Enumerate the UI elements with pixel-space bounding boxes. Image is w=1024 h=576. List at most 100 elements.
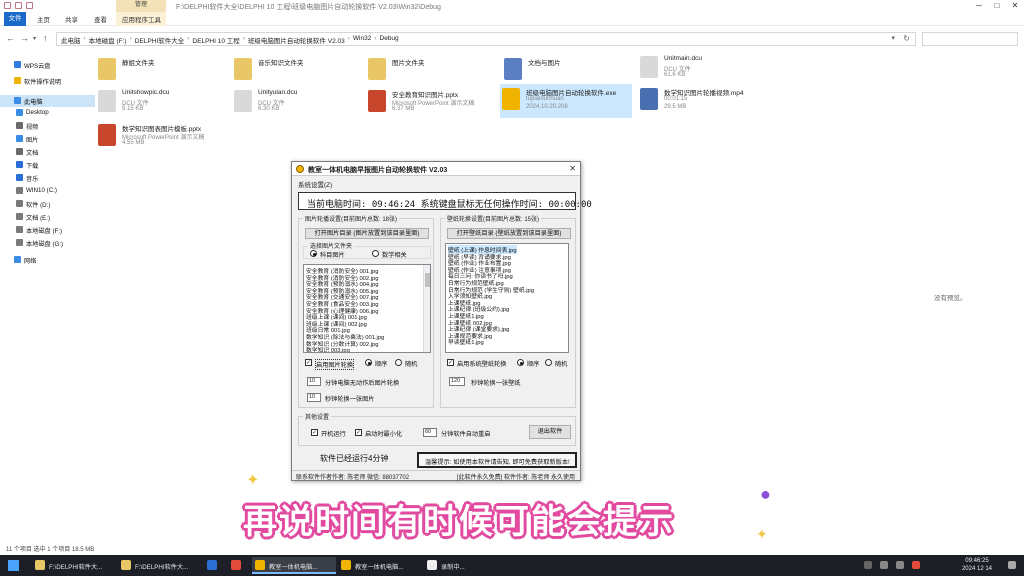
forward-icon[interactable]: → [20,33,29,43]
file-item[interactable]: Unityulan.dcu DCU 文件 6.30 KB [232,86,372,120]
taskbar-item[interactable]: 教室一体机电脑... [338,557,422,574]
file-item[interactable]: 安全教育知识图片.pptx Microsoft PowerPoint 演示文稿 6.… [366,86,506,120]
file-item[interactable]: 数学知识图表图片模板.pptx Microsoft PowerPoint 演示文稿… [96,120,236,154]
taskbar-clock[interactable]: 09:46:25 2024 12 14 [962,557,992,573]
radio-random[interactable] [395,359,402,366]
radio-order[interactable] [365,359,372,366]
sidebar-item[interactable]: 此电脑 [0,95,95,107]
minimize-checkbox[interactable]: ✓ [355,429,362,436]
sidebar-item[interactable]: 软件 (D:) [0,198,95,210]
taskbar-item[interactable]: F:\DELPHI软件大... [32,557,116,574]
back-icon[interactable]: ← [6,33,15,43]
tab-app-tools[interactable]: 应用程序工具 [122,14,161,24]
sidebar-item[interactable]: 图片 [0,133,95,145]
autostart-checkbox[interactable]: ✓ [311,429,318,436]
context-tab-manage[interactable]: 管理 [116,0,166,12]
new-folder-icon[interactable] [26,2,33,9]
ribbon-tabs: 文件 主页 共享 查看 应用程序工具 [0,12,1024,26]
sidebar-item[interactable]: 视频 [0,120,95,132]
taskbar-item[interactable]: 教室一体机电脑... [252,557,336,574]
file-item[interactable]: 静姐文件夹 [96,54,236,88]
close-icon[interactable]: ✕ [1006,0,1024,12]
wallpaper-rotation-group: 壁纸轮换设置(目前图片总数: 15张) 打开壁纸目录 (壁纸放置到该目录里面) … [440,214,576,408]
breadcrumb-item[interactable]: DELPHI 10 工程 [192,35,239,45]
maximize-icon[interactable]: □ [988,0,1006,12]
sidebar-item[interactable]: 下载 [0,159,95,171]
file-item[interactable]: 图片文件夹 [366,54,506,88]
sidebar-item-label: 网络 [24,258,37,265]
breadcrumb-item[interactable]: 本地磁盘 (F:) [89,35,127,45]
radio-order[interactable] [517,359,524,366]
windows-start-icon[interactable] [8,560,19,571]
sidebar-item[interactable]: WIN10 (C:) [0,185,95,197]
tab-file[interactable]: 文件 [4,12,26,26]
up-icon[interactable]: ↑ [43,33,48,43]
notification-icon[interactable] [1008,561,1016,569]
sidebar-item[interactable]: Desktop [0,107,95,119]
network-icon[interactable] [880,561,888,569]
tab-share[interactable]: 共享 [65,14,78,24]
sidebar-item[interactable]: 文档 (E:) [0,211,95,223]
chevron-down-icon[interactable]: ▾ [891,34,895,42]
radio-label: 科目图片 [320,252,345,259]
breadcrumb-item[interactable]: Debug [380,35,399,45]
wallpaper-listbox[interactable]: 壁纸 (上课) 作息时间表.jpg 壁纸 (早读) 背诵要求.jpg 壁纸 (作业)… [445,243,569,353]
taskbar-item-label: F:\DELPHI软件大... [49,564,103,571]
search-input[interactable] [922,32,1018,46]
close-icon[interactable]: ✕ [569,164,576,173]
radio-random[interactable] [545,359,552,366]
preview-pane-message: 没有预览。 [934,295,967,302]
taskbar-item[interactable]: 录制中... [424,557,474,574]
file-item[interactable]: 文档与图片 [502,54,642,88]
enable-wallpaper-checkbox[interactable]: ✓ [447,359,454,366]
scrollbar[interactable] [423,265,430,352]
breadcrumb-item[interactable]: 此电脑 [61,35,81,45]
file-item[interactable]: 班级电脑图片自动轮换软件.exe tupianlunhuan 2024.10.20.… [500,84,632,118]
breadcrumb-item[interactable]: 班级电脑图片自动轮换软件 V2.03 [248,35,345,45]
file-item[interactable]: Unitshowpic.dcu DCU 文件 9.15 KB [96,86,236,120]
address-bar[interactable]: 此电脑 › 本地磁盘 (F:) › DELPHI软件大全 › DELPHI 10 工程… [56,32,916,46]
picture-seconds-input[interactable]: 10 [307,393,321,402]
radio-subject-pictures[interactable] [310,250,317,257]
tray-up-icon[interactable] [864,561,872,569]
list-item[interactable]: 数学知识 003.jpg [306,345,350,352]
sidebar-item-icon [14,256,21,263]
enable-picture-checkbox[interactable]: ✓ [305,359,312,366]
sidebar-item[interactable]: 文档 [0,146,95,158]
wallpaper-seconds-input[interactable]: 120 [449,377,465,386]
sidebar-item[interactable]: WPS云盘 [0,59,95,71]
radio-math[interactable] [372,250,379,257]
tab-view[interactable]: 查看 [94,14,107,24]
properties-icon[interactable] [15,2,22,9]
refresh-icon[interactable]: ↻ [903,34,910,43]
file-meta: 6.30 KB [258,106,280,112]
breadcrumb-item[interactable]: DELPHI软件大全 [135,35,184,45]
file-item[interactable]: Unitmain.dcu DCU 文件 61.6 KB [638,52,778,86]
list-item[interactable]: 早读壁纸1.jpg [448,337,484,346]
sidebar-item[interactable]: 软件操作说明 [0,75,95,87]
volume-icon[interactable] [896,561,904,569]
open-picture-dir-button[interactable]: 打开图片目录 (图片放置到该目录里面) [305,228,429,239]
minimize-icon[interactable]: ─ [970,0,988,12]
exit-button[interactable]: 退出软件 [529,425,571,439]
picture-listbox[interactable]: 安全教育 (消防安全) 001.jpg 安全教育 (消防安全) 002.jpg 安全… [303,264,431,353]
file-item[interactable]: 数学知识图片轮播视频.mp4 00:01:15 29.5 MB [638,84,778,118]
taskbar-item[interactable] [228,557,250,574]
open-wallpaper-dir-button[interactable]: 打开壁纸目录 (壁纸放置到该目录里面) [447,228,571,239]
sidebar-item[interactable]: 音乐 [0,172,95,184]
clock-time: 09:46:25 [965,558,989,564]
taskbar-item[interactable] [204,557,226,574]
recent-chevron-icon[interactable]: ▾ [33,35,36,42]
sidebar-item[interactable]: 本地磁盘 (G:) [0,237,95,249]
breadcrumb-item[interactable]: Win32 [353,35,371,45]
restart-minutes-input[interactable]: 60 [423,428,437,437]
taskbar-item[interactable]: F:\DELPHI软件大... [118,557,202,574]
folder-icon[interactable] [4,2,11,9]
tab-home[interactable]: 主页 [37,14,50,24]
sidebar-item[interactable]: 本地磁盘 (F:) [0,224,95,236]
file-item[interactable]: 音乐知识文件夹 [232,54,372,88]
sidebar-item[interactable]: 网络 [0,254,95,266]
input-method-icon[interactable] [912,561,920,569]
menu-system-settings[interactable]: 系统设置(Z) [298,179,332,189]
idle-minutes-input[interactable]: 10 [307,377,321,386]
